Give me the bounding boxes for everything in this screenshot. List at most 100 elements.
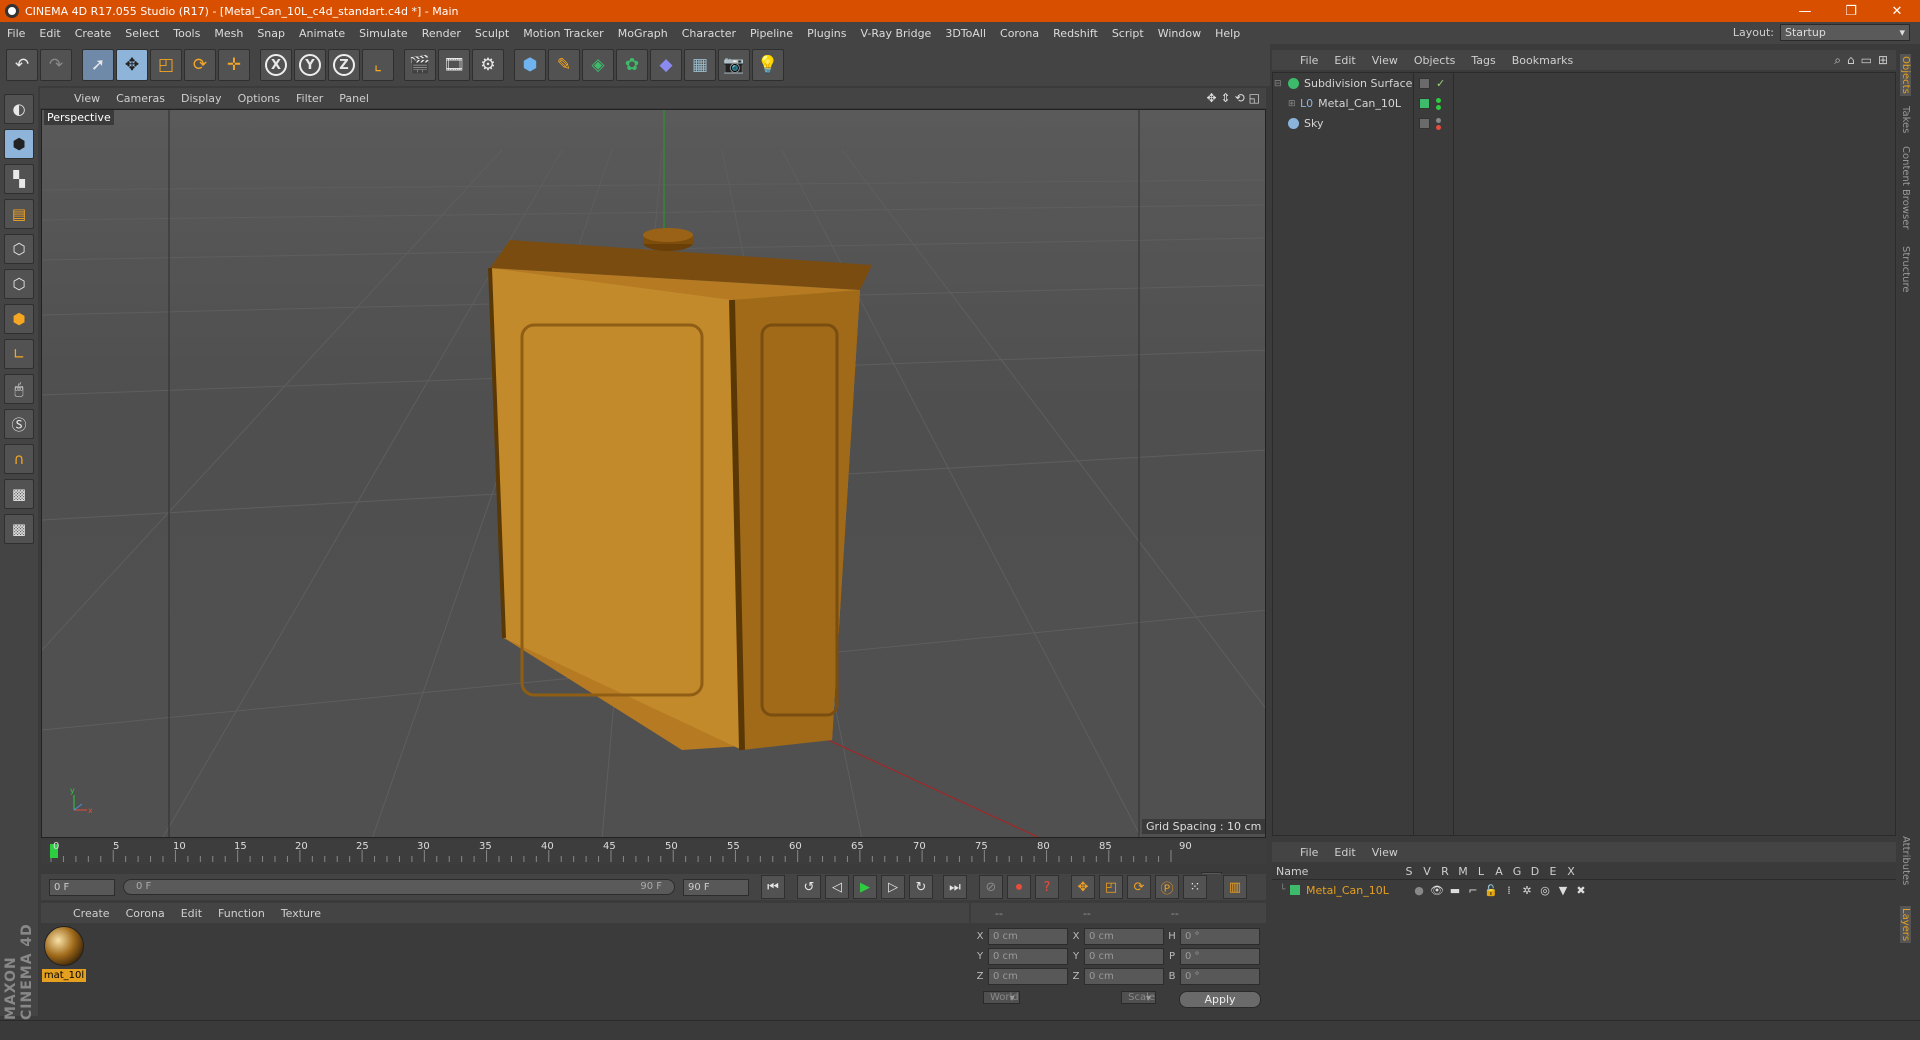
material-menu-corona[interactable]: Corona xyxy=(118,907,173,920)
coordinate-system-icon[interactable]: ⌞ xyxy=(362,49,394,81)
menu-plugins[interactable]: Plugins xyxy=(800,27,853,40)
material-menu-texture[interactable]: Texture xyxy=(273,907,329,920)
layout-dropdown[interactable]: Startup xyxy=(1780,24,1910,41)
viewport-menu-view[interactable]: View xyxy=(66,92,108,105)
rotate-icon[interactable]: ⟳ xyxy=(184,49,216,81)
live-selection-icon[interactable]: ➚ xyxy=(82,49,114,81)
om-menu-file[interactable]: File xyxy=(1292,54,1326,67)
object-name[interactable]: Sky xyxy=(1304,117,1323,130)
key-parameter-icon[interactable]: Ⓟ xyxy=(1155,875,1179,899)
snap-icon[interactable]: ∩ xyxy=(4,444,34,474)
menu-window[interactable]: Window xyxy=(1151,27,1208,40)
record-keys-icon[interactable]: ⊘ xyxy=(979,875,1003,899)
layer-menu-edit[interactable]: Edit xyxy=(1326,846,1363,859)
expand-panel-icon[interactable]: ⊞ xyxy=(1878,53,1888,68)
layer-render-icon[interactable]: ▬ xyxy=(1446,884,1464,897)
object-column-divider[interactable] xyxy=(1413,72,1414,836)
viewport-menu-display[interactable]: Display xyxy=(173,92,230,105)
layer-swatch[interactable] xyxy=(1419,98,1430,109)
previous-key-icon[interactable]: ↺ xyxy=(797,875,821,899)
3d-viewport[interactable]: y x xyxy=(41,109,1266,838)
layer-menu-file[interactable]: File xyxy=(1292,846,1326,859)
menu-sculpt[interactable]: Sculpt xyxy=(468,27,516,40)
size-y-field[interactable]: 0 cm xyxy=(1084,948,1164,965)
layer-solo-icon[interactable]: ● xyxy=(1410,884,1428,897)
collapse-toggle-icon[interactable]: ⊟ xyxy=(1274,79,1284,89)
z-axis-icon[interactable]: Z xyxy=(328,49,360,81)
minimize-button[interactable]: — xyxy=(1782,0,1828,22)
menu-character[interactable]: Character xyxy=(675,27,743,40)
menu-tools[interactable]: Tools xyxy=(166,27,207,40)
y-axis-icon[interactable]: Y xyxy=(294,49,326,81)
floor-icon[interactable]: ▦ xyxy=(684,49,716,81)
tags-column-divider[interactable] xyxy=(1453,72,1454,836)
menu-snap[interactable]: Snap xyxy=(250,27,292,40)
redo-icon[interactable]: ↷ xyxy=(40,49,72,81)
menu-pipeline[interactable]: Pipeline xyxy=(743,27,800,40)
move-icon[interactable]: ✥ xyxy=(116,49,148,81)
object-row-metal-can[interactable]: ⊞ L0 Metal_Can_10L xyxy=(1274,94,1894,113)
menu-vray-bridge[interactable]: V-Ray Bridge xyxy=(853,27,938,40)
object-name[interactable]: Metal_Can_10L xyxy=(1318,97,1401,110)
menu-file[interactable]: File xyxy=(0,27,32,40)
position-z-field[interactable]: 0 cm xyxy=(988,968,1068,985)
menu-simulate[interactable]: Simulate xyxy=(352,27,415,40)
tab-layers[interactable]: Layers xyxy=(1900,906,1911,944)
points-mode-icon[interactable]: ⬡ xyxy=(4,234,34,264)
om-menu-view[interactable]: View xyxy=(1364,54,1406,67)
axis-mode-icon[interactable]: ∟ xyxy=(4,339,34,369)
render-visibility-dot[interactable] xyxy=(1436,125,1441,130)
layer-menu-view[interactable]: View xyxy=(1364,846,1406,859)
dolly-icon[interactable]: ⇕ xyxy=(1221,91,1231,105)
object-row-sky[interactable]: Sky xyxy=(1274,114,1894,133)
viewport-menu-cameras[interactable]: Cameras xyxy=(108,92,173,105)
rotation-h-field[interactable]: 0 ° xyxy=(1180,928,1260,945)
layer-swatch[interactable] xyxy=(1419,118,1430,129)
menu-help[interactable]: Help xyxy=(1208,27,1247,40)
menu-create[interactable]: Create xyxy=(68,27,119,40)
tab-takes[interactable]: Takes xyxy=(1900,106,1911,133)
key-position-icon[interactable]: ✥ xyxy=(1071,875,1095,899)
key-rotation-icon[interactable]: ⟳ xyxy=(1127,875,1151,899)
texture-mode-icon[interactable]: ▚ xyxy=(4,164,34,194)
minimize-panel-icon[interactable]: ▭ xyxy=(1861,53,1872,68)
menu-3dtoall[interactable]: 3DToAll xyxy=(938,27,993,40)
position-y-field[interactable]: 0 cm xyxy=(988,948,1068,965)
workplane-mode-icon[interactable]: ▤ xyxy=(4,199,34,229)
pen-icon[interactable]: ✎ xyxy=(548,49,580,81)
menu-motion-tracker[interactable]: Motion Tracker xyxy=(516,27,610,40)
layer-color-swatch[interactable] xyxy=(1290,885,1300,895)
layer-deformers-icon[interactable]: ◎ xyxy=(1536,884,1554,897)
menu-redshift[interactable]: Redshift xyxy=(1046,27,1105,40)
key-scale-icon[interactable]: ◰ xyxy=(1099,875,1123,899)
render-picture-viewer-icon[interactable]: 🎞 xyxy=(438,49,470,81)
autokeying-icon[interactable]: ⏺ xyxy=(1007,875,1031,899)
maximize-button[interactable]: ❐ xyxy=(1828,0,1874,22)
light-icon[interactable]: 💡 xyxy=(752,49,784,81)
timeline-window-icon[interactable]: ▥ xyxy=(1223,875,1247,899)
cube-icon[interactable]: ⬢ xyxy=(514,49,546,81)
coordinate-mode-dropdown[interactable]: World xyxy=(983,991,1020,1004)
size-x-field[interactable]: 0 cm xyxy=(1084,928,1164,945)
keyframe-selection-icon[interactable]: ? xyxy=(1035,875,1059,899)
layer-manager-icon[interactable]: ⌐ xyxy=(1464,884,1482,897)
camera-icon[interactable]: 📷 xyxy=(718,49,750,81)
make-editable-icon[interactable]: ◐ xyxy=(4,94,34,124)
menu-corona[interactable]: Corona xyxy=(993,27,1046,40)
size-mode-dropdown[interactable]: Scale xyxy=(1121,991,1157,1004)
next-frame-icon[interactable]: ▷ xyxy=(881,875,905,899)
pan-icon[interactable]: ✥ xyxy=(1206,91,1216,105)
edit-render-settings-icon[interactable]: ⚙ xyxy=(472,49,504,81)
editor-visibility-dot[interactable] xyxy=(1436,98,1441,103)
tab-objects[interactable]: Objects xyxy=(1900,54,1911,96)
next-key-icon[interactable]: ↻ xyxy=(909,875,933,899)
om-menu-edit[interactable]: Edit xyxy=(1326,54,1363,67)
undo-icon[interactable]: ↶ xyxy=(6,49,38,81)
layer-name[interactable]: Metal_Can_10L xyxy=(1306,884,1410,897)
edges-mode-icon[interactable]: ⬡ xyxy=(4,269,34,299)
layer-view-icon[interactable]: 👁 xyxy=(1428,884,1446,897)
home-icon[interactable]: ⌂ xyxy=(1847,53,1855,68)
x-axis-icon[interactable]: X xyxy=(260,49,292,81)
viewport-menu-panel[interactable]: Panel xyxy=(331,92,377,105)
viewport-menu-options[interactable]: Options xyxy=(230,92,288,105)
